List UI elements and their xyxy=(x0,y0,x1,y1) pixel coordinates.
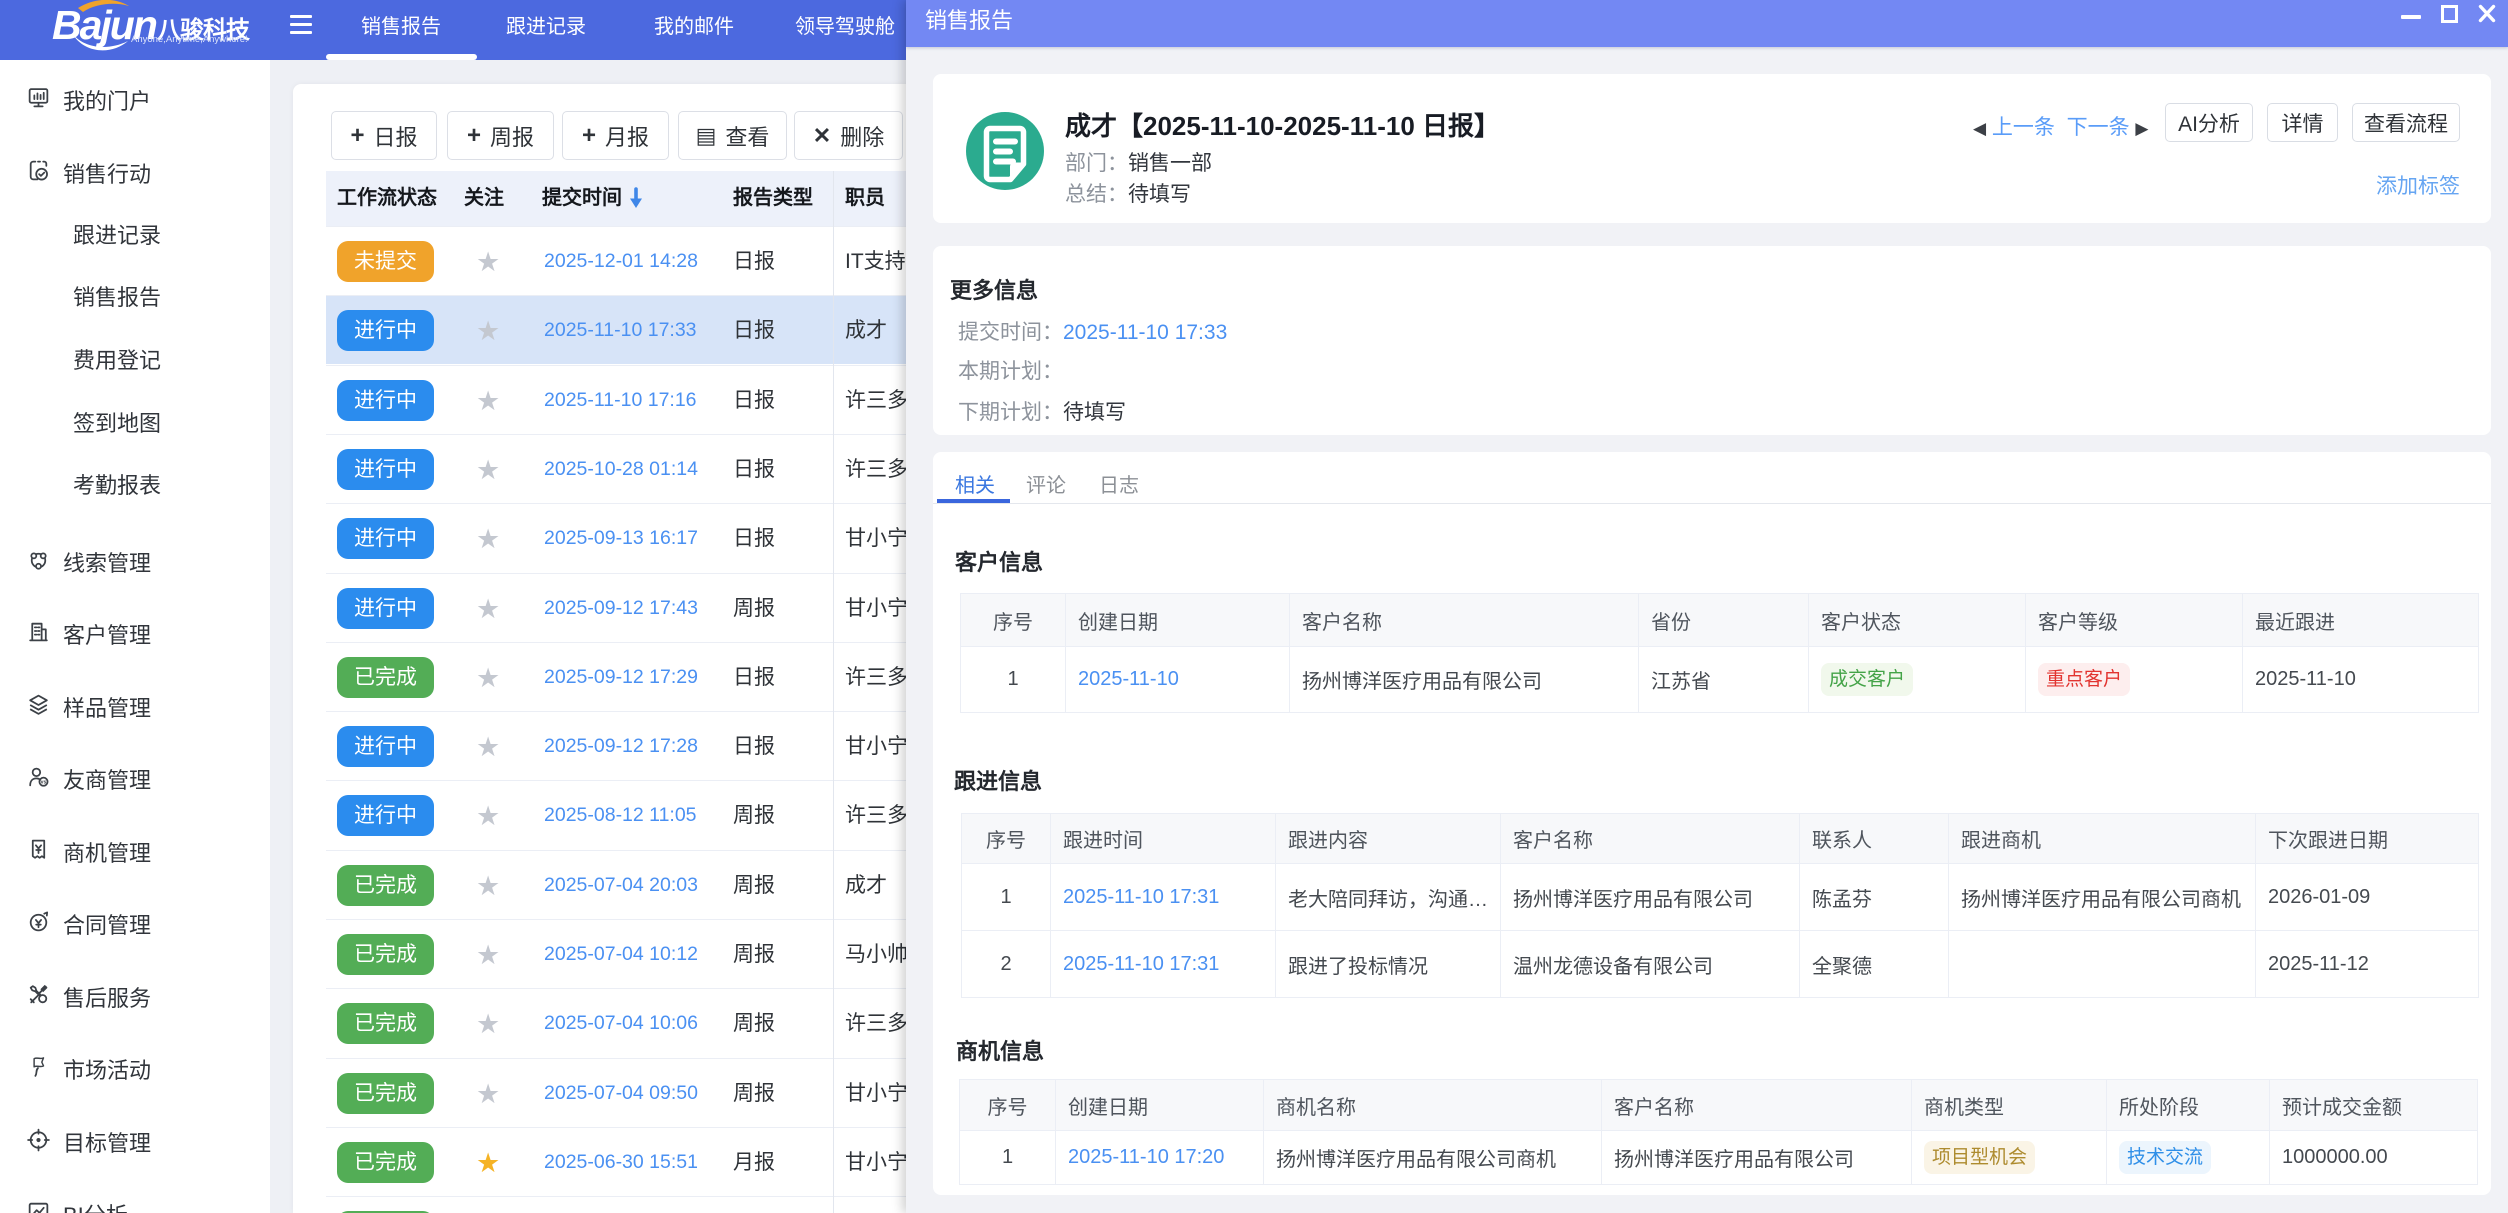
svg-text:vs: vs xyxy=(41,780,47,786)
